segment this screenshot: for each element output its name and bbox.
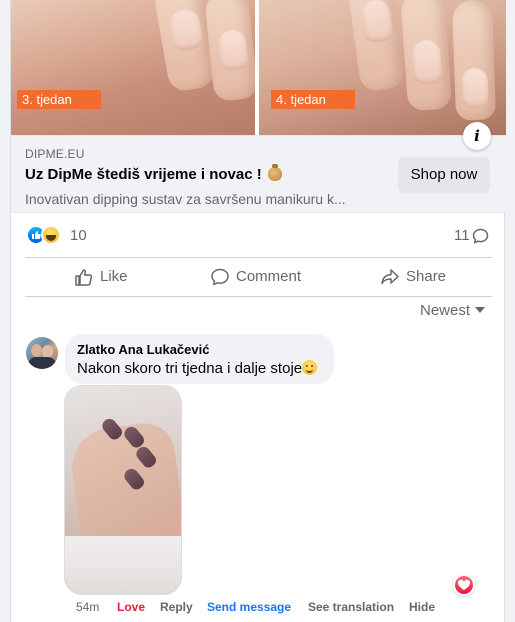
share-label: Share (406, 268, 447, 285)
reaction-count[interactable]: 10 (70, 227, 87, 244)
comment-text-body: Nakon skoro tri tjedna i dalje stoje (77, 360, 303, 377)
comments-sort-dropdown[interactable]: Newest (420, 302, 486, 322)
comment-icon (211, 268, 229, 286)
send-message-button[interactable]: Send message (207, 600, 291, 614)
carousel-slide-week-3[interactable]: 3. tjedan (11, 0, 255, 135)
comment-count[interactable]: 11 (454, 227, 470, 244)
photo-background (65, 536, 181, 594)
comment-label: Comment (236, 268, 302, 285)
post-action-bar: Like Comment Share (11, 258, 506, 296)
smiling-face-icon (302, 360, 318, 375)
love-reaction-icon[interactable] (453, 574, 475, 596)
comment-photo[interactable] (64, 385, 182, 595)
see-translation-button[interactable]: See translation (308, 600, 394, 614)
share-icon (381, 269, 399, 285)
comment-bubble: Zlatko Ana Lukačević Nakon skoro tri tje… (65, 334, 334, 384)
comment-author[interactable]: Zlatko Ana Lukačević (77, 342, 209, 357)
reaction-icons[interactable] (26, 225, 66, 245)
shop-now-button[interactable]: Shop now (398, 157, 490, 193)
comment-button[interactable]: Comment (210, 258, 320, 296)
week-label: 4. tjedan (271, 90, 355, 109)
avatar-body (28, 357, 56, 369)
love-button[interactable]: Love (117, 600, 145, 614)
like-button[interactable]: Like (74, 258, 144, 296)
share-button[interactable]: Share (380, 258, 460, 296)
link-preview[interactable]: DIPME.EU Uz DipMe štediš vrijeme i novac… (11, 135, 506, 213)
divider (25, 296, 492, 297)
link-title[interactable]: Uz DipMe štediš vrijeme i novac ! (25, 164, 282, 183)
haha-reaction-icon (41, 225, 61, 245)
money-bag-icon (267, 164, 282, 181)
avatar[interactable] (26, 337, 58, 369)
comment-timestamp[interactable]: 54m (76, 600, 99, 614)
reply-button[interactable]: Reply (160, 600, 193, 614)
image-carousel[interactable]: 3. tjedan 4. tjedan (11, 0, 506, 135)
sort-label: Newest (420, 302, 471, 319)
thumbs-up-icon (75, 269, 93, 286)
nail-image (461, 67, 489, 109)
comment-bubble-icon (472, 228, 489, 244)
carousel-slide-week-4[interactable]: 4. tjedan (259, 0, 506, 135)
nail-image (411, 39, 443, 85)
reactions-summary: 10 11 (11, 213, 506, 257)
info-icon[interactable]: i (463, 122, 491, 150)
like-label: Like (100, 268, 128, 285)
hide-button[interactable]: Hide (409, 600, 435, 614)
avatar-face (31, 344, 42, 357)
post-card: 3. tjedan 4. tjedan DIPME.EU Uz DipMe št… (10, 0, 506, 622)
caret-down-icon (475, 307, 486, 313)
link-description: Inovativan dipping sustav za savršenu ma… (25, 191, 346, 207)
link-title-text: Uz DipMe štediš vrijeme i novac ! (25, 166, 262, 183)
heart-icon (457, 579, 471, 590)
link-domain: DIPME.EU (25, 147, 85, 161)
week-label: 3. tjedan (17, 90, 101, 109)
comment-text: Nakon skoro tri tjedna i dalje stoje (77, 360, 318, 377)
